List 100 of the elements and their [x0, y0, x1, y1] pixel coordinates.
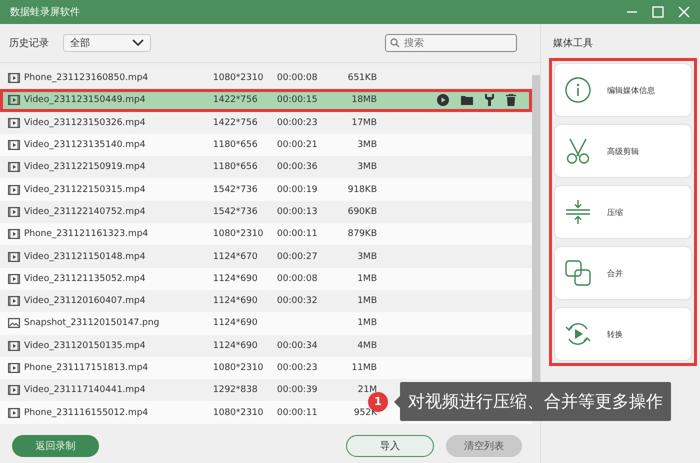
video-file-icon: [8, 340, 20, 351]
file-name: Snapshot_231120150147.png: [24, 318, 160, 328]
size-cell-text: 879KB: [346, 229, 377, 240]
trash-icon[interactable]: [506, 94, 516, 106]
tool-label: 合并: [607, 268, 623, 278]
panel-title: 媒体工具: [553, 37, 594, 50]
duration-cell: 00:00:15: [277, 95, 318, 106]
file-name: Video_231122150919.mp4: [24, 162, 146, 172]
video-file-icon: [8, 184, 20, 195]
search-field[interactable]: 搜索: [385, 34, 517, 52]
overlapping-squares-icon: [565, 260, 591, 286]
video-file-icon: [8, 95, 20, 106]
file-row[interactable]: Video_231121135052.mp4 1124*690 00:00:08 1MB: [0, 268, 532, 290]
resolution-cell-text: 1124*690: [213, 296, 259, 306]
clear-list-button[interactable]: 清空列表: [446, 435, 522, 457]
tool-card[interactable]: 压缩: [555, 186, 691, 238]
resolution-cell-text: 1542*736: [213, 184, 259, 195]
close-icon[interactable]: [678, 6, 690, 18]
duration-cell: 00:00:11: [277, 229, 318, 240]
info-icon: [565, 77, 591, 103]
duration-cell: 00:00:08: [277, 73, 318, 84]
size-cell-text: 918KB: [346, 184, 377, 195]
video-file-icon: [8, 363, 20, 373]
size-cell-text: 4MB: [356, 340, 377, 351]
wrench-icon[interactable]: [485, 94, 494, 106]
file-name: Phone_231121161323.mp4: [24, 229, 148, 240]
scrollbar-thumb[interactable]: [532, 75, 540, 385]
tool-label: 转换: [607, 328, 623, 340]
tool-card[interactable]: 合并: [555, 247, 691, 299]
size-cell-text: 17MB: [350, 118, 377, 128]
file-name: Phone_231117151813.mp4: [24, 363, 148, 373]
size-cell-text: 3MB: [356, 252, 377, 262]
file-row[interactable]: Snapshot_231120150147.png 1124*690 1MB: [0, 312, 532, 335]
size-cell-text: 1MB: [356, 274, 377, 284]
video-file-icon: [8, 229, 20, 240]
chevron-icon: [132, 39, 144, 47]
resolution-cell-text: 1124*690: [213, 274, 259, 284]
duration-cell: 00:00:13: [277, 206, 318, 217]
play-icon[interactable]: [437, 94, 449, 106]
file-name: Phone_231116155012.mp4: [24, 408, 148, 418]
duration-cell: 00:00:34: [277, 340, 318, 351]
file-name: Video_231123150449.mp4: [24, 95, 146, 106]
tool-card[interactable]: 编辑媒体信息: [555, 64, 691, 116]
resolution-cell-text: 1292*838: [213, 385, 259, 396]
video-file-icon: [8, 385, 20, 396]
file-name: Video_231120150135.mp4: [24, 340, 146, 351]
tooltip: 对视频进行压缩、合并等更多操作: [400, 382, 671, 421]
size-cell-text: 11MB: [350, 363, 377, 373]
resolution-cell-text: 1080*2310: [213, 408, 264, 418]
file-name: Video_231117140441.mp4: [24, 385, 146, 396]
size-cell-text: 690KB: [346, 206, 377, 217]
resolution-cell-text: 1124*690: [213, 318, 259, 328]
tool-label: 高级剪辑: [607, 146, 639, 156]
file-name: Video_231121135052.mp4: [24, 274, 146, 284]
video-file-icon: [8, 296, 20, 306]
filter-dropdown[interactable]: 全部: [63, 34, 151, 52]
duration-cell: 00:00:36: [277, 162, 318, 172]
size-cell-text: 3MB: [356, 140, 377, 150]
file-row[interactable]: Video_231123135140.mp4 1180*656 00:00:21 3MB: [0, 134, 532, 156]
resolution-cell-text: 1542*736: [213, 206, 259, 217]
tool-card[interactable]: 高级剪辑: [555, 125, 691, 177]
size-cell-text: 1MB: [356, 318, 377, 328]
duration-cell: 00:00:23: [277, 363, 318, 373]
maximize-icon[interactable]: [652, 6, 664, 18]
tool-label: 编辑媒体信息: [607, 84, 655, 96]
file-row[interactable]: Phone_231121161323.mp4 1080*2310 00:00:11 879KB: [0, 223, 532, 246]
back-to-record-button[interactable]: 返回录制: [12, 435, 99, 457]
duration-cell: 00:00:21: [277, 140, 318, 150]
tool-card[interactable]: 转换: [555, 308, 691, 360]
resolution-cell-text: 1080*2310: [213, 229, 264, 240]
duration-cell: 00:00:32: [277, 296, 318, 306]
size-cell-text: 1MB: [356, 296, 377, 306]
file-name: Video_231123135140.mp4: [24, 140, 146, 150]
video-file-icon: [8, 206, 20, 217]
duration-cell: 00:00:39: [277, 385, 318, 396]
window-title: 数据蛙录屏软件: [10, 6, 81, 19]
file-name: Phone_231123160850.mp4: [24, 73, 148, 84]
size-cell-text: 3MB: [356, 162, 377, 172]
file-name: Video_231122140752.mp4: [24, 206, 146, 217]
file-name: Video_231121150148.mp4: [24, 252, 146, 262]
convert-icon: [565, 321, 591, 347]
import-button[interactable]: 导入: [346, 435, 434, 457]
video-file-icon: [8, 274, 20, 284]
duration-cell: 00:00:11: [277, 408, 318, 418]
video-file-icon: [8, 252, 20, 262]
duration-cell: 00:00:19: [277, 184, 318, 195]
resolution-cell-text: 1422*756: [213, 95, 259, 106]
image-file-icon: [8, 318, 20, 328]
file-name: Video_231120160407.mp4: [24, 296, 146, 306]
file-row[interactable]: Phone_231117151813.mp4 1080*2310 00:00:23 11MB: [0, 356, 532, 380]
file-row[interactable]: Video_231122150315.mp4 1542*736 00:00:19 918KB: [0, 178, 532, 201]
video-file-icon: [8, 73, 20, 84]
size-cell-text: 651KB: [346, 73, 377, 84]
resolution-cell-text: 1180*656: [213, 162, 259, 172]
video-file-icon: [8, 140, 20, 150]
duration-cell: 00:00:08: [277, 274, 318, 284]
tooltip-pointer: [394, 396, 400, 408]
file-row[interactable]: Video_231123150449.mp4 1422*756 00:00:15 18MB: [0, 89, 532, 112]
resolution-cell-text: 1124*670: [213, 252, 259, 262]
folder-icon[interactable]: [461, 95, 473, 106]
